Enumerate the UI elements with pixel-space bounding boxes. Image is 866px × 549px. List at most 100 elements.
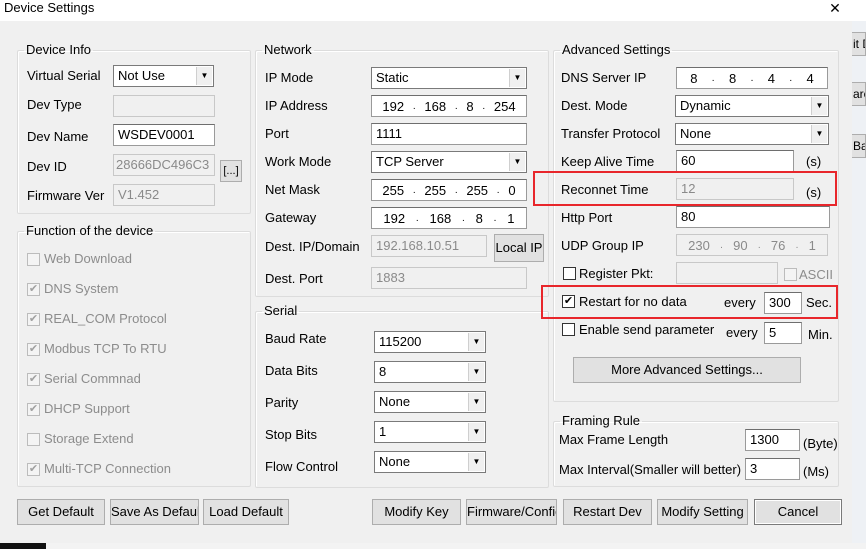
work-mode-select[interactable]: TCP Server ▼ [371,151,527,173]
net-mask-field[interactable]: 255. 255. 255. 0 [371,179,527,201]
cancel-button[interactable]: Cancel [754,499,842,525]
baud-rate-value: 115200 [379,334,422,349]
function-checkbox [27,253,40,266]
max-interval-field[interactable]: 3 [745,458,800,480]
stop-bits-value: 1 [379,424,387,439]
dev-id-label: Dev ID [27,159,67,174]
keep-alive-unit: (s) [806,154,822,169]
dest-ip-field: 192.168.10.51 [371,235,487,257]
chevron-down-icon: ▼ [468,393,484,411]
max-interval-label: Max Interval(Smaller will better) [559,462,742,477]
ip-octet: 90 [733,237,748,253]
transfer-protocol-select[interactable]: None ▼ [675,123,829,145]
ip-octet: 4 [806,70,814,86]
dev-id-button[interactable]: [...] [220,160,242,182]
chevron-down-icon: ▼ [509,69,525,87]
ip-octet: 8 [475,210,483,226]
send-param-every-label: every [726,325,758,340]
dev-type-label: Dev Type [27,97,82,112]
ip-octet: 192 [383,210,406,226]
ip-mode-select[interactable]: Static ▼ [371,67,527,89]
local-ip-button[interactable]: Local IP [494,234,544,262]
http-port-field[interactable]: 80 [676,206,830,228]
max-frame-field[interactable]: 1300 [745,429,800,451]
ip-octet: 255 [382,182,405,198]
ip-octet: 254 [493,98,516,114]
device-info-legend: Device Info [26,42,92,57]
ip-octet: 8 [690,70,698,86]
transfer-protocol-value: None [680,126,712,141]
keep-alive-label: Keep Alive Time [561,154,655,169]
background-dark-strip [0,543,46,549]
dev-type-field [113,95,215,117]
restart-dev-button[interactable]: Restart Dev [563,499,652,525]
ip-octet: 1 [507,210,515,226]
data-bits-select[interactable]: 8 ▼ [374,361,486,383]
flow-control-select[interactable]: None ▼ [374,451,486,473]
highlight-box-restart [541,285,838,319]
send-param-label: Enable send parameter [579,322,715,337]
gateway-field[interactable]: 192. 168. 8. 1 [371,207,527,229]
dev-name-field[interactable]: WSDEV0001 [113,124,215,146]
network-legend: Network [264,42,312,57]
parity-select[interactable]: None ▼ [374,391,486,413]
ip-octet: 255 [466,182,489,198]
dest-mode-select[interactable]: Dynamic ▼ [675,95,829,117]
dev-name-label: Dev Name [27,129,89,144]
load-default-button[interactable]: Load Default [203,499,289,525]
more-advanced-button[interactable]: More Advanced Settings... [573,357,801,383]
serial-legend: Serial [264,303,298,318]
stop-bits-select[interactable]: 1 ▼ [374,421,486,443]
modify-setting-button[interactable]: Modify Setting [657,499,748,525]
register-pkt-label: Register Pkt: [579,266,654,281]
chevron-down-icon: ▼ [811,125,827,143]
firmware-field: V1.452 [113,184,215,206]
dns-server-field[interactable]: 8. 8. 4. 4 [676,67,828,89]
ip-octet: 1 [808,237,816,253]
function-label: DHCP Support [44,401,130,416]
chevron-down-icon: ▼ [196,67,212,85]
send-param-unit: Min. [808,327,833,342]
chevron-down-icon: ▼ [509,153,525,171]
register-pkt-checkbox[interactable] [563,267,576,280]
function-checkbox: ✔ [27,463,40,476]
udp-group-field: 230. 90. 76. 1 [676,234,828,256]
chevron-down-icon: ▼ [468,333,484,351]
function-checkbox [27,433,40,446]
chevron-down-icon: ▼ [468,363,484,381]
send-param-checkbox[interactable] [562,323,575,336]
get-default-button[interactable]: Get Default [17,499,105,525]
baud-rate-label: Baud Rate [265,331,327,346]
data-bits-label: Data Bits [265,363,318,378]
parity-label: Parity [265,395,299,410]
ip-octet: 76 [770,237,786,253]
keep-alive-field[interactable]: 60 [676,150,794,172]
close-icon[interactable]: ✕ [826,0,844,16]
function-checkbox: ✔ [27,313,40,326]
work-mode-label: Work Mode [265,154,332,169]
stop-bits-label: Stop Bits [265,427,318,442]
ip-octet: 4 [767,70,775,86]
flow-control-value: None [379,454,411,469]
send-param-minutes-field[interactable]: 5 [764,322,802,344]
virtual-serial-select[interactable]: Not Use ▼ [113,65,214,87]
parity-value: None [379,394,411,409]
function-checkbox: ✔ [27,343,40,356]
modify-key-button[interactable]: Modify Key [372,499,461,525]
function-checkbox: ✔ [27,283,40,296]
ip-mode-value: Static [376,70,409,85]
port-label: Port [265,126,289,141]
max-frame-label: Max Frame Length [559,432,669,447]
port-field[interactable]: 1111 [371,123,527,145]
ip-address-field[interactable]: 192. 168. 8. 254 [371,95,527,117]
baud-rate-select[interactable]: 115200 ▼ [374,331,486,353]
virtual-serial-label: Virtual Serial [27,68,101,83]
http-port-label: Http Port [561,210,613,225]
function-label: Web Download [44,251,132,266]
firmware-config-button[interactable]: Firmware/Config [466,499,557,525]
save-default-button[interactable]: Save As Default [110,499,199,525]
gateway-label: Gateway [265,210,317,225]
background-strip [0,543,866,549]
ip-octet: 0 [508,182,516,198]
title-bar: Device Settings [0,0,866,21]
